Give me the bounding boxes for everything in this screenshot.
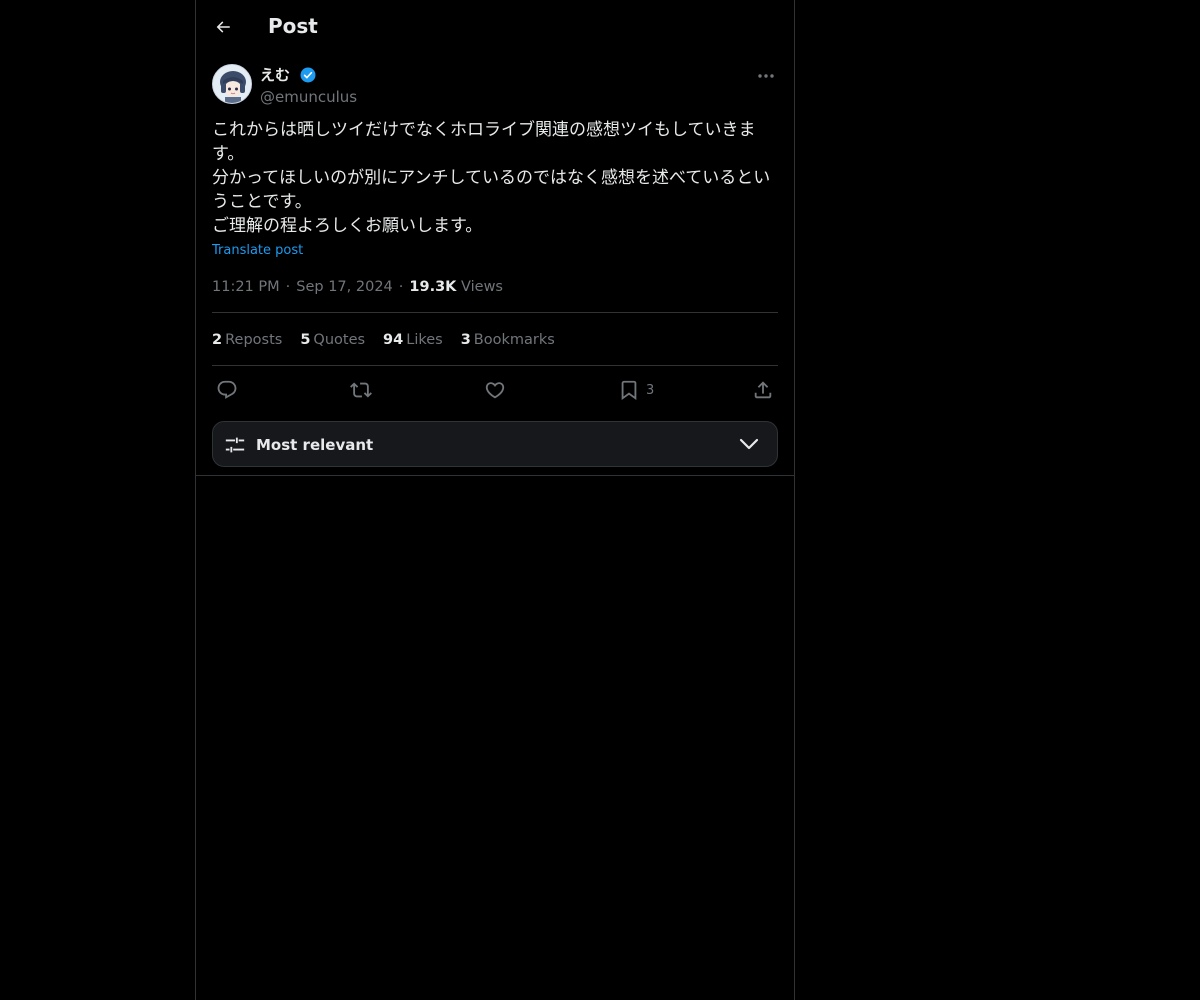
bookmark-icon (621, 380, 637, 401)
meta-separator: · (285, 279, 291, 295)
translate-post-link[interactable]: Translate post (212, 242, 303, 260)
reply-button[interactable] (216, 376, 238, 404)
share-button[interactable] (752, 376, 774, 404)
author-handle[interactable]: @emunculus (260, 87, 357, 107)
chevron-down-icon (739, 438, 759, 450)
bookmarks-count: 3 (460, 332, 471, 348)
meta-separator: · (398, 279, 404, 295)
reply-icon (217, 380, 237, 399)
post-actions: 3 (212, 376, 778, 404)
bookmarks-stat[interactable]: 3 Bookmarks (461, 330, 555, 350)
author-name-block[interactable]: えむ @emunculus (260, 64, 357, 107)
likes-stat[interactable]: 94 Likes (383, 330, 443, 350)
likes-label: Likes (406, 332, 443, 348)
avatar[interactable] (212, 64, 252, 104)
post-meta: 11:21 PM · Sep 17, 2024 · 19.3K Views (212, 277, 503, 297)
sliders-icon (225, 437, 245, 453)
engagement-stats: 2 Reposts 5 Quotes 94 Likes 3 Bookmarks (212, 330, 573, 350)
share-icon (754, 381, 772, 399)
verified-badge-icon (300, 67, 316, 82)
quotes-stat[interactable]: 5 Quotes (300, 330, 365, 350)
divider (212, 365, 778, 366)
likes-count: 94 (383, 332, 404, 348)
bookmark-count: 3 (646, 382, 655, 398)
reposts-label: Reposts (225, 332, 283, 348)
views-count: 19.3K (409, 279, 457, 295)
repost-icon (350, 382, 372, 398)
bookmark-button[interactable]: 3 (618, 376, 654, 404)
post-column: Post えむ @emunculus これからは晒しツイだけでなくホロライブ関連… (195, 0, 795, 1000)
author-row: えむ @emunculus (212, 64, 778, 108)
divider (212, 312, 778, 313)
reply-sort-dropdown[interactable]: Most relevant (212, 421, 778, 467)
heart-icon (485, 382, 505, 399)
page-title: Post (268, 14, 318, 38)
more-dots-icon (758, 74, 774, 78)
section-divider (196, 475, 794, 476)
reposts-count: 2 (212, 332, 223, 348)
quotes-label: Quotes (313, 332, 366, 348)
post-text: これからは晒しツイだけでなくホロライブ関連の感想ツイもしていきます。 分かってほ… (212, 120, 771, 236)
reposts-stat[interactable]: 2 Reposts (212, 330, 282, 350)
post-time[interactable]: 11:21 PM (212, 279, 280, 295)
views-label: Views (461, 279, 503, 295)
back-button[interactable] (210, 14, 236, 40)
more-options-button[interactable] (754, 66, 778, 86)
arrow-left-icon (216, 21, 230, 33)
page-header: Post (196, 0, 794, 54)
bookmarks-label: Bookmarks (473, 332, 555, 348)
post-date[interactable]: Sep 17, 2024 (296, 279, 393, 295)
repost-button[interactable] (350, 376, 372, 404)
avatar-image (213, 65, 251, 103)
like-button[interactable] (484, 376, 506, 404)
author-display-name[interactable]: えむ (260, 65, 290, 85)
sort-label: Most relevant (256, 436, 374, 454)
quotes-count: 5 (300, 332, 311, 348)
